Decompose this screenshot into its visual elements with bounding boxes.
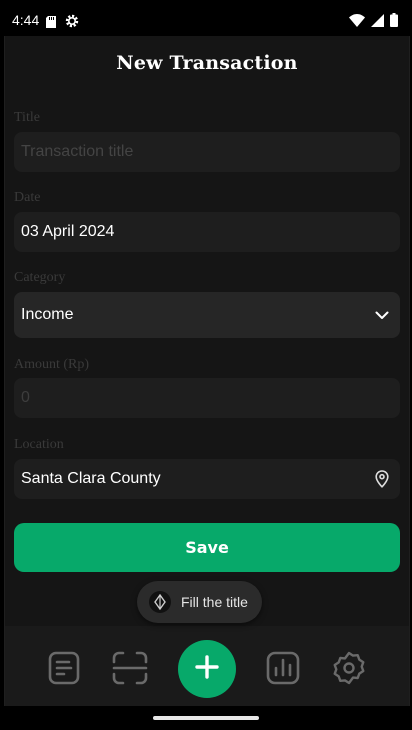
date-value: 03 April 2024 [21, 223, 115, 240]
location-pin-icon[interactable] [371, 468, 393, 490]
title-field[interactable]: Transaction title [14, 132, 400, 172]
sd-card-icon [46, 13, 56, 32]
location-label: Location [14, 437, 64, 452]
transactions-icon[interactable] [44, 648, 84, 688]
wifi-icon [349, 12, 365, 31]
category-value: Income [21, 306, 74, 323]
title-label: Title [14, 110, 40, 125]
status-bar: 4:44 [0, 0, 412, 36]
settings-icon[interactable] [329, 648, 369, 688]
category-label: Category [14, 270, 66, 285]
bottom-nav [5, 626, 409, 706]
settings-gear-icon [65, 13, 79, 32]
save-button[interactable]: Save [14, 523, 400, 572]
title-placeholder: Transaction title [21, 143, 134, 160]
signal-icon [371, 12, 384, 31]
home-indicator[interactable] [153, 716, 259, 720]
amount-field[interactable]: 0 [14, 378, 400, 418]
screen: 4:44 New Transaction Title Transaction t… [0, 0, 412, 730]
chart-icon[interactable] [263, 648, 303, 688]
toast-message: Fill the title [181, 594, 248, 610]
toast: Fill the title [137, 581, 262, 623]
chevron-down-icon [371, 304, 393, 326]
status-time: 4:44 [12, 12, 40, 28]
status-icons [349, 12, 398, 31]
date-label: Date [14, 190, 41, 205]
app-logo-icon [149, 591, 171, 613]
scan-icon[interactable] [110, 648, 150, 688]
amount-label: Amount (Rp) [14, 357, 90, 372]
page-title: New Transaction [116, 52, 298, 74]
location-field[interactable]: Santa Clara County [14, 459, 400, 499]
date-field[interactable]: 03 April 2024 [14, 212, 400, 252]
location-value: Santa Clara County [21, 470, 161, 487]
battery-icon [390, 12, 398, 31]
add-icon [195, 655, 219, 683]
amount-value: 0 [21, 389, 30, 406]
category-select[interactable]: Income [14, 292, 400, 338]
add-transaction-button[interactable] [178, 640, 236, 698]
